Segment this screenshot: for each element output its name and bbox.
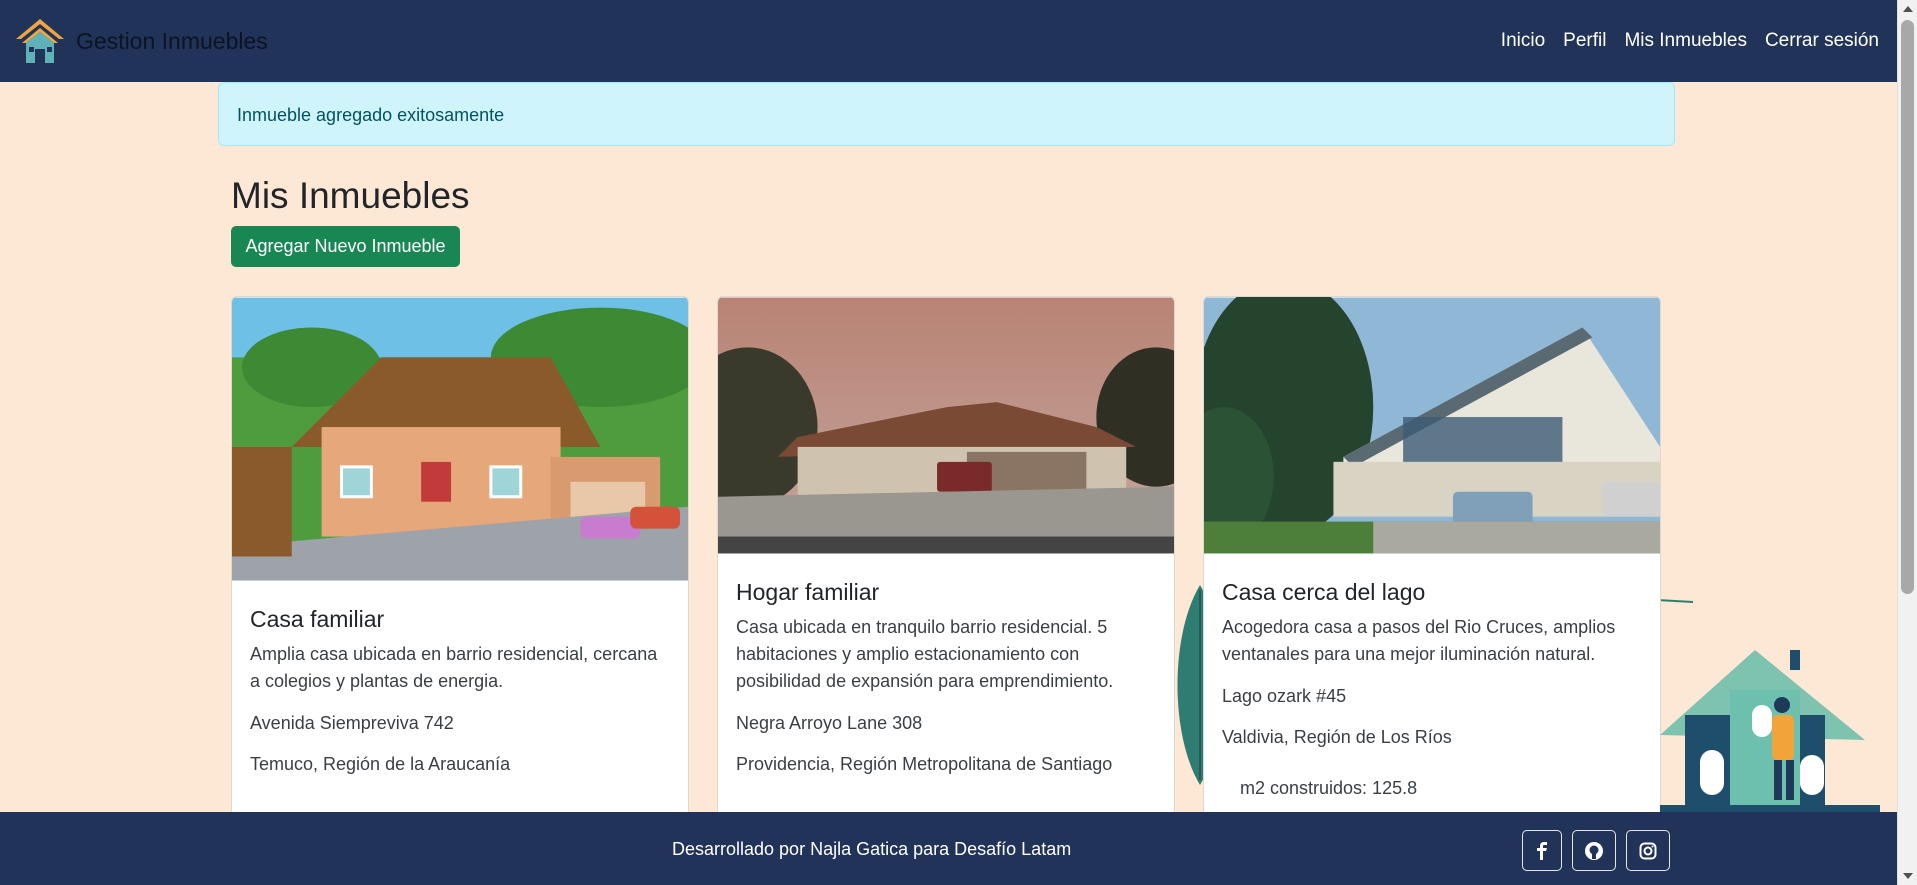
- scroll-down-icon[interactable]: [1903, 873, 1913, 879]
- suburban-house-image: [718, 297, 1174, 554]
- page-title: Mis Inmuebles: [231, 175, 470, 216]
- card-address: Negra Arroyo Lane 308: [736, 713, 923, 733]
- property-card: Casa familiar Amplia casa ubicada en bar…: [231, 296, 689, 816]
- leaf-decoration-icon: [1656, 599, 1694, 603]
- card-m2: m2 construidos: 125.8: [1240, 778, 1418, 798]
- card-title: Hogar familiar: [736, 579, 880, 605]
- cartoon-house-image: [232, 297, 688, 581]
- nav-mis-inmuebles[interactable]: Mis Inmuebles: [1624, 30, 1747, 52]
- scrollbar[interactable]: [1897, 0, 1917, 885]
- navbar: Gestion Inmuebles Inicio Perfil Mis Inmu…: [0, 0, 1897, 82]
- add-property-button[interactable]: Agregar Nuevo Inmueble: [231, 226, 460, 267]
- instagram-icon[interactable]: [1626, 830, 1670, 871]
- card-location: Providencia, Región Metropolitana de San…: [736, 754, 1113, 774]
- footer: Desarrollado por Najla Gatica para Desaf…: [0, 812, 1897, 885]
- property-card: Hogar familiar Casa ubicada en tranquilo…: [717, 296, 1175, 816]
- house-logo-icon: [16, 19, 64, 63]
- card-description: Acogedora casa a pasos del Rio Cruces, a…: [1222, 617, 1616, 664]
- scrollbar-thumb[interactable]: [1901, 20, 1914, 594]
- card-description: Amplia casa ubicada en barrio residencia…: [250, 644, 658, 691]
- scroll-up-icon[interactable]: [1903, 6, 1913, 12]
- brand[interactable]: Gestion Inmuebles: [12, 13, 268, 69]
- footer-text: Desarrollado por Najla Gatica para Desaf…: [672, 839, 1072, 859]
- lake-house-image: [1204, 297, 1660, 554]
- card-title: Casa familiar: [250, 606, 385, 632]
- card-location: Temuco, Región de la Araucanía: [250, 754, 511, 774]
- nav-inicio[interactable]: Inicio: [1501, 30, 1545, 52]
- success-alert: Inmueble agregado exitosamente: [218, 82, 1675, 146]
- card-description: Casa ubicada en tranquilo barrio residen…: [736, 617, 1114, 691]
- nav-links: Inicio Perfil Mis Inmuebles Cerrar sesió…: [1501, 30, 1885, 52]
- nav-cerrar-sesion[interactable]: Cerrar sesión: [1765, 30, 1879, 52]
- card-title: Casa cerca del lago: [1222, 579, 1426, 605]
- card-address: Avenida Siempreviva 742: [250, 713, 454, 733]
- github-icon[interactable]: [1572, 830, 1616, 871]
- brand-text: Gestion Inmuebles: [76, 27, 268, 54]
- facebook-icon[interactable]: [1522, 830, 1562, 871]
- card-address: Lago ozark #45: [1222, 686, 1347, 706]
- social-links: [1522, 830, 1670, 871]
- card-body: Casa cerca del lago Acogedora casa a pas…: [1204, 559, 1660, 815]
- card-body: Hogar familiar Casa ubicada en tranquilo…: [718, 559, 1174, 815]
- nav-perfil[interactable]: Perfil: [1563, 30, 1606, 52]
- card-body: Casa familiar Amplia casa ubicada en bar…: [232, 586, 688, 815]
- house-illustration-icon: [1660, 650, 1880, 815]
- property-card: Casa cerca del lago Acogedora casa a pas…: [1203, 296, 1661, 816]
- card-location: Valdivia, Región de Los Ríos: [1222, 727, 1452, 747]
